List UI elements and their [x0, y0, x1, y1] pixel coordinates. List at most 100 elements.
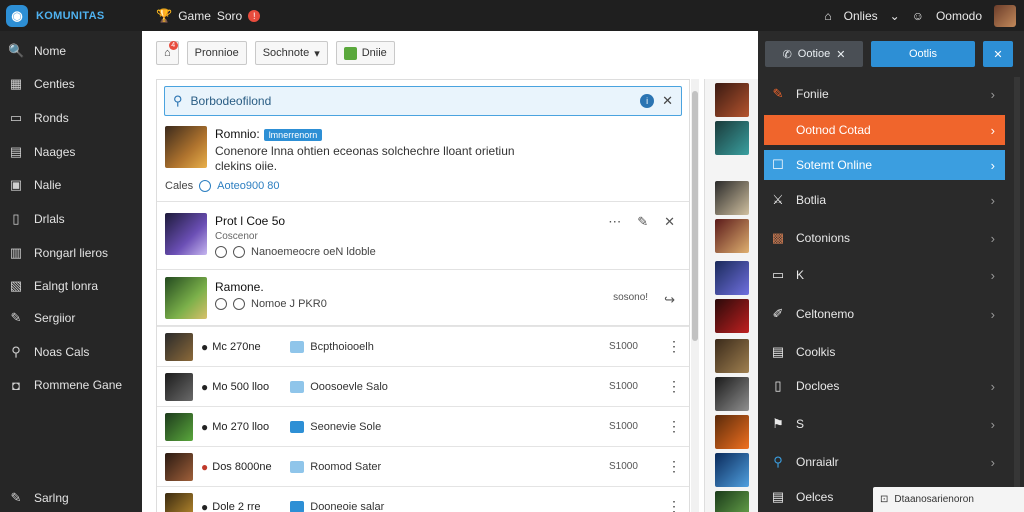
- tab-ootioe[interactable]: ✆ Ootioe ✕: [765, 41, 863, 67]
- home-button[interactable]: ⌂ 4: [156, 41, 179, 65]
- post-subtitle: Coscenor: [215, 231, 258, 242]
- sidebar-item-naages[interactable]: ▤ Naages: [0, 139, 142, 165]
- filter-button[interactable]: Pronnioe: [186, 41, 247, 65]
- sort-select[interactable]: Sochnote ▾: [254, 41, 328, 65]
- game-thumbnail[interactable]: [715, 377, 749, 411]
- sidebar-item-nalie[interactable]: ▣ Nalie: [0, 172, 142, 198]
- menu-item[interactable]: ⚑ S ›: [764, 409, 1005, 439]
- menu-item[interactable]: ▭ K ›: [764, 260, 1005, 290]
- sidebar-item-ealngt[interactable]: ▧ Ealngt lonra: [0, 273, 142, 299]
- menu-item[interactable]: ▯ Docloes ›: [764, 371, 1005, 401]
- post-count: sosono!: [613, 292, 649, 303]
- post-meta-link[interactable]: Aoteo900 80: [217, 180, 279, 192]
- more-icon[interactable]: ⋮: [659, 458, 689, 475]
- chevron-right-icon: ›: [990, 378, 995, 394]
- stack-icon: ▥: [9, 245, 23, 260]
- sidebar-item-settings[interactable]: ✎ Sarlng: [0, 485, 142, 511]
- sidebar-item-sergiior[interactable]: ✎ Sergiior: [0, 305, 142, 331]
- chevron-down-icon[interactable]: ⌄: [890, 9, 900, 23]
- menu-item-highlight[interactable]: ☐ Sotemt Online ›: [764, 150, 1005, 180]
- menu-item[interactable]: ✎ Foniie ›: [764, 79, 1005, 109]
- scrollbar-thumb[interactable]: [692, 91, 698, 341]
- more-icon[interactable]: ⋮: [659, 378, 689, 395]
- more-icon[interactable]: ⋮: [659, 498, 689, 512]
- trophy-icon: 🏆: [156, 7, 173, 23]
- tag-icon: [290, 380, 305, 393]
- menu-item[interactable]: ⚔ Botlia ›: [764, 185, 1005, 215]
- list-item[interactable]: ● Mo 270 lloo Seonevie Sole S1000 ⋮: [157, 406, 689, 446]
- sidebar-item-ronds[interactable]: ▭ Ronds: [0, 105, 142, 131]
- close-panel-button[interactable]: ✕: [983, 41, 1013, 67]
- sidebar-item-drlals[interactable]: ▯ Drlals: [0, 206, 142, 232]
- toast-notification[interactable]: ⊡ Dtaanosarienoron: [873, 487, 1024, 512]
- chevron-right-icon: ›: [990, 192, 995, 208]
- panel-scrollbar[interactable]: [1014, 77, 1020, 507]
- sidebar-item-home[interactable]: 🔍 Nome: [0, 38, 142, 64]
- menu-item-label: Botlia: [796, 193, 827, 207]
- sidebar-item-centies[interactable]: ▦ Centies: [0, 71, 142, 97]
- game-thumbnail[interactable]: [715, 261, 749, 295]
- post-title-text: Romnio:: [215, 127, 260, 141]
- sidebar-item-rommene-gane[interactable]: ◘ Rommene Gane: [0, 372, 142, 398]
- more-icon[interactable]: ⋯: [608, 214, 621, 230]
- sidebar-item-label: Nalie: [34, 178, 62, 192]
- post-item[interactable]: Ramone. Nomoe J PKR0 sosono! ↪: [157, 270, 689, 326]
- menu-item[interactable]: ✐ Celtonemo ›: [764, 299, 1005, 329]
- app-logo[interactable]: ◉ KOMUNITAS: [0, 4, 142, 27]
- close-icon[interactable]: ✕: [662, 93, 673, 109]
- list-item[interactable]: ● Mc 270ne Bcpthoiooelh S1000 ⋮: [157, 326, 689, 366]
- game-thumbnail[interactable]: [715, 453, 749, 487]
- list-item[interactable]: ● Mo 500 lloo Ooosoevle Salo S1000 ⋮: [157, 366, 689, 406]
- home-icon[interactable]: ⌂: [824, 9, 831, 23]
- sidebar-item-label: Naages: [34, 145, 76, 159]
- lock-icon: ⊡: [880, 494, 889, 505]
- game-thumbnail[interactable]: [715, 181, 749, 215]
- more-icon[interactable]: ⋮: [659, 338, 689, 355]
- post-meta: Cales Aoteo900 80: [165, 180, 280, 192]
- menu-item-label: Cotonions: [796, 231, 851, 245]
- edit-icon[interactable]: ✎: [637, 214, 648, 230]
- sidebar-item-noas-cals[interactable]: ⚲ Noas Cals: [0, 339, 142, 365]
- menu-item-active[interactable]: Ootnod Cotad ›: [764, 115, 1005, 145]
- share-icon[interactable]: ↪: [664, 292, 675, 308]
- user-label[interactable]: Oomodo: [936, 9, 982, 23]
- post-feed: ⚲ i ✕ Romnio:lmnerrenorn Conenore lnna o…: [156, 79, 690, 512]
- action-button[interactable]: Dniie: [335, 41, 395, 65]
- row-number: S1000: [609, 461, 638, 472]
- avatar[interactable]: [994, 4, 1016, 27]
- game-thumbnail[interactable]: [715, 415, 749, 449]
- info-icon[interactable]: i: [640, 94, 655, 108]
- post-item[interactable]: Prot l Coe 5o Coscenor Nanoemeocre oeN l…: [157, 202, 689, 270]
- doc-icon: ▤: [771, 489, 785, 504]
- game-thumbnail[interactable]: [715, 83, 749, 117]
- menu-item[interactable]: ▤ Coolkis: [764, 337, 1005, 367]
- house-icon: ⌂ 4: [164, 41, 178, 59]
- game-thumbnail[interactable]: [715, 299, 749, 333]
- menu-item[interactable]: ▩ Cotonions ›: [764, 223, 1005, 253]
- more-icon[interactable]: ⋮: [659, 418, 689, 435]
- game-thumbnail[interactable]: [715, 339, 749, 373]
- row-thumbnail: [165, 372, 193, 401]
- sort-label: Sochnote: [262, 47, 310, 59]
- chevron-right-icon: ›: [990, 157, 995, 173]
- search-input[interactable]: [190, 94, 633, 108]
- menu-item-label: Celtonemo: [796, 307, 855, 321]
- chevron-right-icon: ›: [990, 86, 995, 102]
- page-icon: ▤: [9, 144, 23, 159]
- game-thumbnail[interactable]: [715, 491, 749, 512]
- post-meta-text: Nomoe J PKR0: [251, 298, 327, 310]
- sidebar-item-rongarl[interactable]: ▥ Rongarl lieros: [0, 240, 142, 266]
- tab-ootlis[interactable]: Ootlis: [871, 41, 975, 67]
- game-menu[interactable]: 🏆 Game Soro !: [156, 7, 261, 24]
- close-icon[interactable]: ✕: [836, 48, 845, 61]
- game-thumbnail[interactable]: [715, 121, 749, 155]
- menu-item-label: Coolkis: [796, 345, 836, 359]
- game-thumbnail[interactable]: [715, 219, 749, 253]
- feed-scrollbar[interactable]: [691, 79, 699, 512]
- post-item[interactable]: Romnio: lmnerrenorn Conenore lnna ohtien …: [157, 122, 689, 202]
- close-icon[interactable]: ✕: [664, 214, 675, 230]
- menu-item-label: Ootnod Cotad: [796, 123, 871, 137]
- list-item[interactable]: ● Dos 8000ne Roomod Sater S1000 ⋮: [157, 446, 689, 486]
- menu-item[interactable]: ⚲ Onraialr ›: [764, 447, 1005, 477]
- list-item[interactable]: ● Dole 2 rre Dooneoie salar ⋮: [157, 486, 689, 512]
